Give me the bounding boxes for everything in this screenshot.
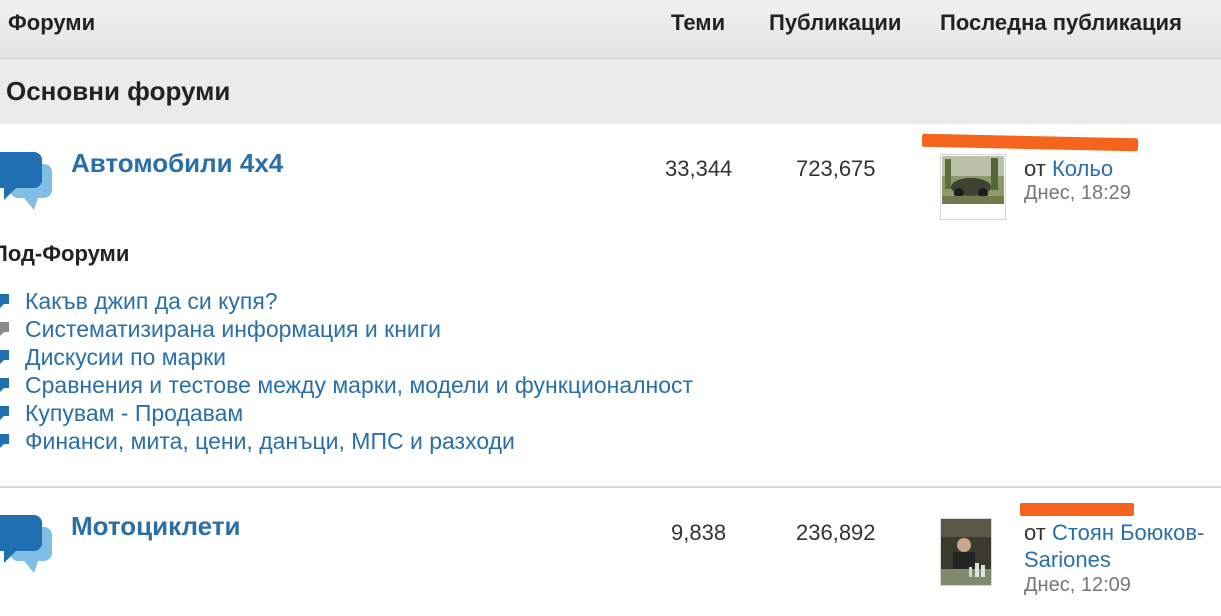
forum-table-header: Форуми Теми Публикации Последна публикац… bbox=[0, 0, 1221, 59]
last-post-by-continued: Sariones bbox=[1024, 547, 1111, 573]
forum-icon-blue bbox=[0, 294, 9, 308]
forum-title-link[interactable]: Мотоциклети bbox=[71, 511, 240, 542]
subforum-link[interactable]: Дискусии по марки bbox=[25, 344, 226, 371]
subforum-link[interactable]: Купувам - Продавам bbox=[25, 400, 243, 427]
last-post-date: Днес, 12:09 bbox=[1024, 574, 1131, 596]
forum-icon-gray bbox=[0, 322, 9, 336]
forum-speech-bubble-icon bbox=[0, 148, 54, 210]
forum-icon-blue bbox=[0, 350, 9, 364]
row-divider bbox=[0, 486, 1221, 488]
subforum-link[interactable]: Финанси, мита, цени, данъци, МПС и разхо… bbox=[25, 428, 515, 455]
forum-icon-blue bbox=[0, 434, 9, 448]
forum-icon-blue bbox=[0, 378, 9, 392]
last-post-by: от Кольо bbox=[1024, 156, 1113, 182]
topics-count: 33,344 bbox=[665, 156, 733, 181]
last-post-by: от Стоян Боюков- bbox=[1024, 520, 1204, 546]
column-header-last-post: Последна публикация bbox=[940, 10, 1182, 35]
column-header-topics: Теми bbox=[671, 10, 726, 35]
last-post-author-link[interactable]: Кольо bbox=[1052, 156, 1113, 181]
subforum-link[interactable]: Систематизирана информация и книги bbox=[25, 316, 441, 343]
column-header-posts: Публикации bbox=[769, 10, 902, 35]
forum-title-link[interactable]: Автомобили 4x4 bbox=[71, 148, 283, 179]
last-post-date: Днес, 18:29 bbox=[1024, 182, 1131, 204]
last-poster-avatar[interactable] bbox=[940, 518, 992, 586]
column-header-forums: Форуми bbox=[8, 10, 96, 35]
last-post-author-link[interactable]: Стоян Боюков- bbox=[1052, 520, 1204, 545]
last-post-author-link-continued[interactable]: Sariones bbox=[1024, 547, 1111, 572]
subforum-link[interactable]: Какъв джип да си купя? bbox=[25, 288, 278, 315]
by-prefix: от bbox=[1024, 520, 1052, 545]
redaction-mark bbox=[921, 133, 1139, 152]
redaction-mark bbox=[1020, 503, 1134, 516]
category-row: Основни форуми bbox=[0, 59, 1221, 124]
posts-count: 723,675 bbox=[796, 156, 876, 181]
posts-count: 236,892 bbox=[796, 520, 876, 545]
subforums-label: Под-Форуми bbox=[0, 241, 130, 266]
forum-icon-blue bbox=[0, 406, 9, 420]
last-poster-avatar[interactable] bbox=[940, 154, 1006, 220]
subforum-link[interactable]: Сравнения и тестове между марки, модели … bbox=[25, 372, 693, 399]
by-prefix: от bbox=[1024, 156, 1052, 181]
topics-count: 9,838 bbox=[671, 520, 727, 545]
category-title: Основни форуми bbox=[6, 76, 231, 106]
forum-speech-bubble-icon bbox=[0, 511, 54, 573]
